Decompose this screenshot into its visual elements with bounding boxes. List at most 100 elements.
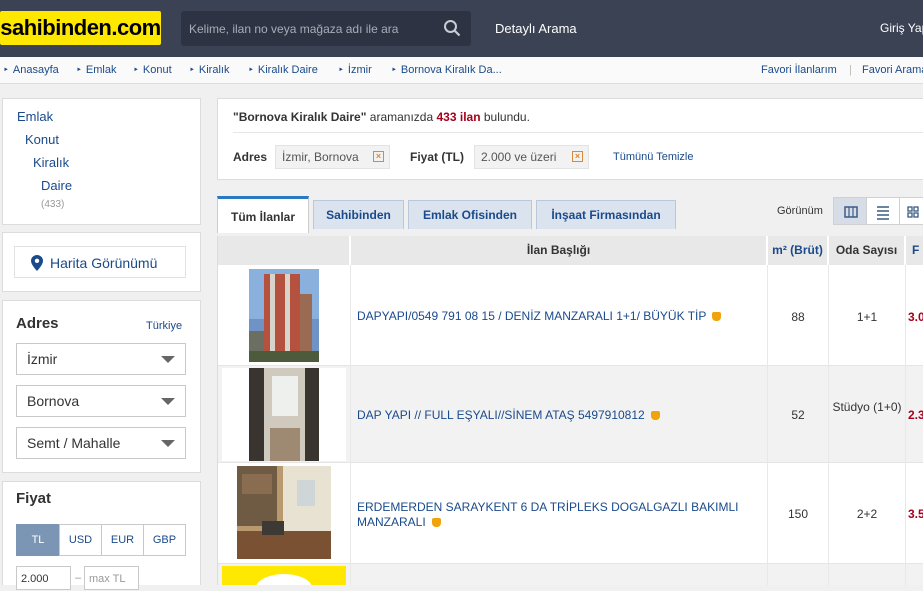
- filter-price-value: 2.000 ve üzeri: [481, 150, 557, 164]
- chevron-down-icon: [161, 398, 175, 405]
- grid-view-icon: [907, 206, 919, 218]
- category-konut[interactable]: Konut: [25, 132, 59, 147]
- filter-price-label: Fiyat (TL): [410, 150, 464, 164]
- filter-address-value: İzmir, Bornova: [282, 150, 359, 164]
- favorite-listings-link[interactable]: Favori İlanlarım: [761, 64, 837, 76]
- breadcrumb-home[interactable]: Anasayfa: [3, 64, 59, 76]
- search-query: "Bornova Kiralık Daire": [233, 110, 367, 124]
- filter-chip-price[interactable]: 2.000 ve üzeri ×: [474, 145, 589, 169]
- listing-m2: 52: [791, 408, 805, 422]
- advanced-search-link[interactable]: Detaylı Arama: [495, 21, 577, 36]
- login-link[interactable]: Giriş Yap: [880, 21, 923, 35]
- listing-photo[interactable]: [222, 566, 346, 585]
- city-value: İzmir: [27, 351, 58, 367]
- neighborhood-value: Semt / Mahalle: [27, 435, 121, 451]
- filter-address-label: Adres: [233, 150, 268, 164]
- listing-rooms: Stüdyo (1+0): [832, 400, 902, 414]
- top-header: sahibinden.com Detaylı Arama Giriş Yap: [0, 0, 923, 57]
- currency-eur-button[interactable]: EUR: [101, 524, 144, 556]
- city-select[interactable]: İzmir: [16, 343, 186, 375]
- listing-rooms: 1+1: [856, 310, 878, 324]
- view-list-button[interactable]: [866, 197, 900, 225]
- view-grid-button[interactable]: [899, 197, 923, 225]
- breadcrumb-konut[interactable]: Konut: [133, 64, 172, 76]
- badge-icon: [650, 411, 660, 420]
- listing-title-link[interactable]: ERDEMERDEN SARAYKENT 6 DA TRİPLEKS DOGAL…: [357, 500, 747, 530]
- listing-m2: 150: [787, 507, 809, 521]
- results-middle: aramanızda: [369, 110, 434, 124]
- badge-icon: [431, 518, 441, 527]
- tab-by-owner[interactable]: Sahibinden: [313, 200, 404, 229]
- tab-all-listings[interactable]: Tüm İlanlar: [217, 196, 309, 233]
- breadcrumb: Anasayfa Emlak Konut Kiralık Kiralık Dai…: [0, 57, 923, 84]
- max-price-input[interactable]: max TL: [84, 566, 139, 590]
- results-count: 433 ilan: [436, 110, 481, 124]
- view-table-button[interactable]: [833, 197, 867, 225]
- column-header-rooms[interactable]: Oda Sayısı: [829, 236, 905, 265]
- listing-price: 3.5: [908, 507, 923, 521]
- breadcrumb-divider: |: [849, 64, 852, 76]
- divider: [233, 132, 923, 133]
- view-mode-label: Görünüm: [777, 205, 823, 217]
- chevron-down-icon: [161, 356, 175, 363]
- category-kiralik[interactable]: Kiralık: [33, 155, 69, 170]
- listing-title-link[interactable]: DAPYAPI/0549 791 08 15 / DENİZ MANZARALI…: [357, 309, 757, 324]
- listing-photo[interactable]: [222, 368, 346, 461]
- chevron-down-icon: [161, 440, 175, 447]
- district-value: Bornova: [27, 393, 80, 409]
- site-logo[interactable]: sahibinden.com: [0, 11, 161, 45]
- listing-rooms: 2+2: [856, 507, 878, 521]
- breadcrumb-kiralik-daire[interactable]: Kiralık Daire: [248, 64, 318, 76]
- column-header-photo: [218, 236, 350, 265]
- min-price-input[interactable]: 2.000: [16, 566, 71, 590]
- listing-m2: 88: [791, 310, 805, 324]
- listing-photo[interactable]: [237, 466, 331, 559]
- listing-photo[interactable]: [249, 269, 319, 362]
- currency-usd-button[interactable]: USD: [59, 524, 102, 556]
- location-pin-icon: [31, 255, 43, 271]
- neighborhood-select[interactable]: Semt / Mahalle: [16, 427, 186, 459]
- country-link[interactable]: Türkiye: [146, 320, 182, 332]
- search-icon[interactable]: [443, 19, 461, 37]
- tab-by-agency[interactable]: Emlak Ofisinden: [408, 200, 532, 229]
- column-divider: [350, 265, 351, 585]
- column-header-title[interactable]: İlan Başlığı: [351, 236, 767, 265]
- price-range-dash: –: [75, 572, 82, 584]
- price-title: Fiyat: [16, 490, 52, 507]
- map-view-label: Harita Görünümü: [50, 255, 158, 271]
- results-suffix: bulundu.: [483, 110, 530, 124]
- list-view-icon: [877, 206, 889, 220]
- breadcrumb-emlak[interactable]: Emlak: [76, 64, 117, 76]
- results-text: "Bornova Kiralık Daire" aramanızda 433 i…: [233, 110, 530, 124]
- badge-icon: [712, 312, 722, 321]
- filter-chip-address[interactable]: İzmir, Bornova ×: [275, 145, 390, 169]
- listing-price: 2.3: [908, 408, 923, 422]
- breadcrumb-izmir[interactable]: İzmir: [338, 64, 372, 76]
- search-input[interactable]: [181, 11, 431, 46]
- close-icon[interactable]: ×: [572, 151, 583, 162]
- map-view-button[interactable]: Harita Görünümü: [14, 246, 186, 278]
- currency-tl-button[interactable]: TL: [16, 524, 60, 556]
- column-header-m2[interactable]: m² (Brüt): [768, 236, 828, 265]
- currency-gbp-button[interactable]: GBP: [143, 524, 186, 556]
- table-view-icon: [844, 206, 858, 218]
- category-emlak[interactable]: Emlak: [17, 109, 53, 124]
- listing-title-link[interactable]: DAP YAPI // FULL EŞYALI//SİNEM ATAŞ 5497…: [357, 408, 757, 423]
- breadcrumb-bornova[interactable]: Bornova Kiralık Da...: [391, 64, 502, 76]
- favorite-searches-link[interactable]: Favori Aramalar: [862, 64, 923, 76]
- category-daire[interactable]: Daire: [41, 178, 72, 193]
- close-icon[interactable]: ×: [373, 151, 384, 162]
- column-divider: [905, 265, 906, 585]
- category-count: (433): [41, 199, 65, 210]
- listing-title: DAP YAPI // FULL EŞYALI//SİNEM ATAŞ 5497…: [357, 408, 645, 422]
- listing-title: DAPYAPI/0549 791 08 15 / DENİZ MANZARALI…: [357, 309, 707, 323]
- clear-all-filters-link[interactable]: Tümünü Temizle: [613, 151, 694, 163]
- listing-price: 3.0: [908, 310, 923, 324]
- listing-title: ERDEMERDEN SARAYKENT 6 DA TRİPLEKS DOGAL…: [357, 500, 739, 529]
- search-box: [181, 11, 471, 46]
- address-title: Adres: [16, 315, 59, 332]
- tab-by-builder[interactable]: İnşaat Firmasından: [536, 200, 676, 229]
- breadcrumb-kiralik[interactable]: Kiralık: [189, 64, 230, 76]
- column-header-price[interactable]: F: [906, 236, 923, 265]
- district-select[interactable]: Bornova: [16, 385, 186, 417]
